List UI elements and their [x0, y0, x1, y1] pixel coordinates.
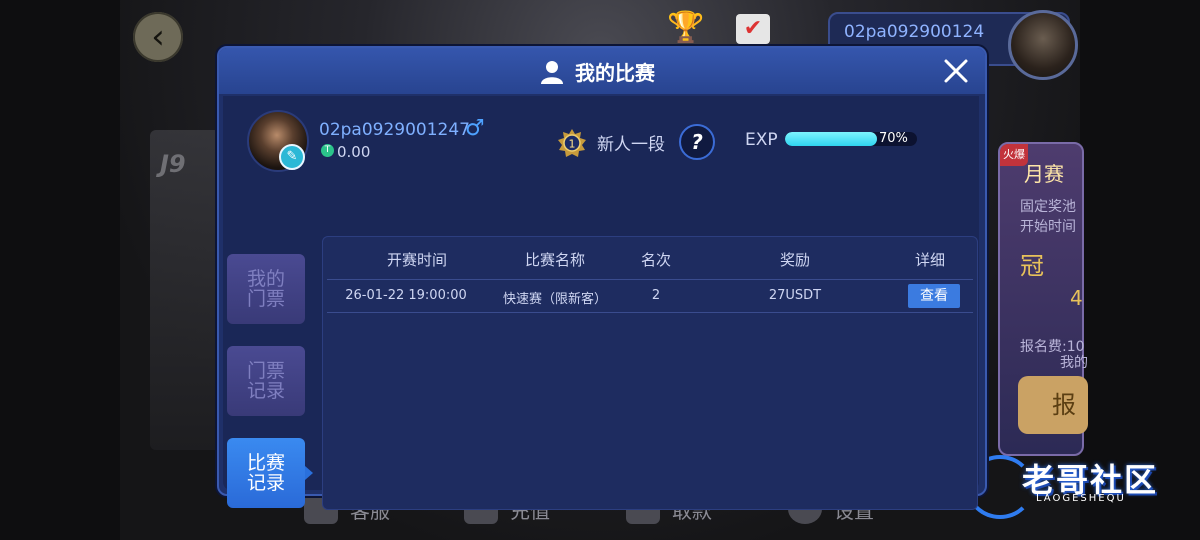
month-signup-button[interactable]: 报 [1018, 376, 1088, 434]
cell-rank: 2 [651, 288, 661, 303]
rank-help-button[interactable]: ? [679, 124, 715, 160]
rank-label: 新人一段 [597, 135, 665, 155]
column-header-rank: 名次 [640, 251, 672, 269]
tab-my-tickets[interactable]: 我的 门票 [227, 254, 305, 324]
view-details-button[interactable]: 查看 [908, 284, 960, 308]
tab-label: 门票 记录 [246, 360, 285, 402]
month-card-line: 我的 [1060, 355, 1088, 371]
my-matches-dialog: 我的比赛 ✎ 02pa0929001247 ♂ T 0.00 1 新人一段 ? … [217, 46, 987, 510]
cell-match-name: 快速赛（限新客） [502, 292, 608, 307]
tab-match-records[interactable]: 比赛 记录 [227, 438, 313, 508]
left-letterbox [0, 0, 120, 540]
month-card-line: 冠 [1020, 252, 1044, 280]
dialog-header: 我的比赛 [219, 48, 985, 94]
tab-label: 比赛 记录 [246, 452, 285, 494]
close-icon[interactable] [941, 56, 971, 86]
cell-start-time: 26-01-22 19:00:00 [345, 288, 467, 303]
cell-reward: 27USDT [768, 288, 822, 303]
background-logo: J9 [160, 150, 186, 178]
table-header: 开赛时间 比赛名称 名次 奖励 详细 [323, 237, 977, 279]
top-avatar[interactable] [1008, 10, 1078, 80]
chevron-left-icon: ‹ [151, 17, 165, 57]
exp-label: EXP [745, 130, 778, 150]
rank-number: 1 [569, 138, 576, 151]
month-card-title: 月赛 [1024, 162, 1064, 186]
table-row: 26-01-22 19:00:00 快速赛（限新客） 2 27USDT 查看 [327, 279, 973, 313]
back-button[interactable]: ‹ [133, 12, 183, 62]
match-records-panel: 开赛时间 比赛名称 名次 奖励 详细 26-01-22 19:00:00 快速赛… [322, 236, 978, 510]
column-header-reward: 奖励 [779, 251, 811, 269]
watermark-subtext: LAOGESHEQU [1036, 493, 1126, 504]
column-header-details: 详细 [914, 251, 946, 269]
trophy-icon[interactable]: 🏆 [664, 10, 708, 45]
column-header-start-time: 开赛时间 [386, 251, 448, 269]
profile-name: 02pa0929001247 [319, 120, 470, 140]
rank-medal-icon: 1 [558, 129, 586, 157]
exp-percent: 70% [879, 131, 908, 146]
dialog-title-group: 我的比赛 [539, 57, 655, 86]
top-user-name: 02pa092900124 [844, 22, 985, 42]
user-icon [541, 60, 563, 84]
exp-progress-fill [785, 132, 878, 146]
dialog-body: ✎ 02pa0929001247 ♂ T 0.00 1 新人一段 ? EXP 7… [223, 96, 979, 510]
balance-value: 0.00 [337, 143, 371, 161]
background-stage [150, 130, 220, 450]
male-gender-icon: ♂ [465, 116, 485, 141]
dialog-title: 我的比赛 [575, 61, 655, 85]
month-card-line: 4 [1070, 286, 1083, 310]
tab-ticket-records[interactable]: 门票 记录 [227, 346, 305, 416]
usdt-coin-icon: T [321, 144, 334, 157]
calendar-check-icon[interactable]: ✔ [736, 14, 770, 44]
column-header-match-name: 比赛名称 [524, 251, 586, 269]
watermark-logo: 老哥社区 LAOGESHEQU [966, 455, 1186, 519]
wrench-icon: ✎ [279, 144, 305, 170]
tab-label: 我的 门票 [246, 268, 285, 310]
month-card-line: 开始时间 [1020, 219, 1076, 235]
monthly-tournament-card[interactable]: 火爆 月赛 固定奖池 开始时间 冠 4 报名费:10 我的 报 [998, 142, 1088, 456]
month-card-line: 固定奖池 [1020, 199, 1076, 215]
